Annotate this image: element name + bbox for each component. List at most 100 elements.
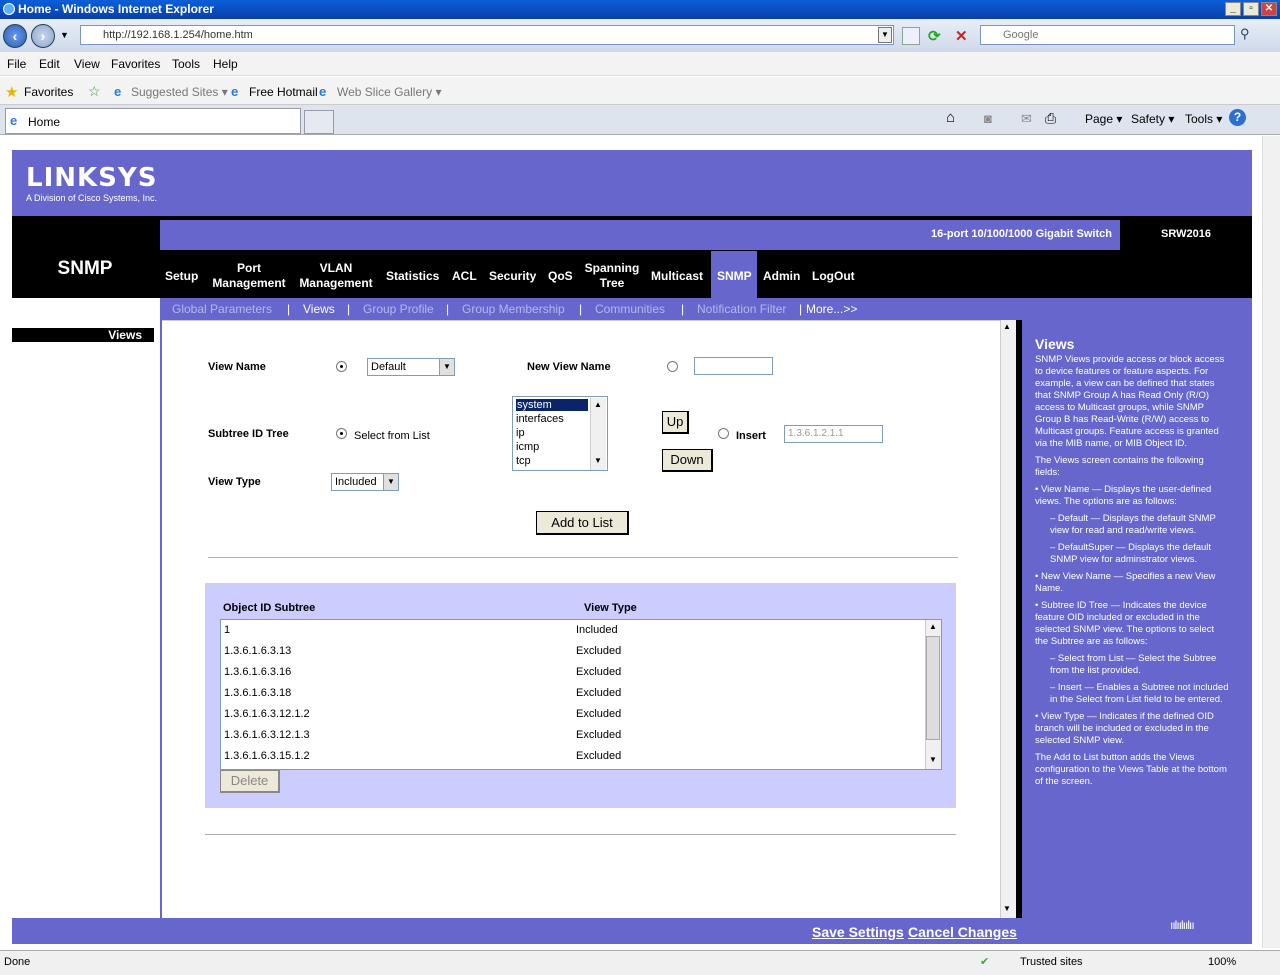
insert-input[interactable]: 1.3.6.1.2.1.1 xyxy=(784,425,883,443)
view-name-radio[interactable] xyxy=(336,361,347,372)
print-icon[interactable]: ⎙ xyxy=(1045,110,1056,127)
list-item[interactable]: system xyxy=(516,399,588,411)
menu-edit[interactable]: Edit xyxy=(39,57,60,71)
table-cell-oid[interactable]: 1 xyxy=(224,624,230,636)
view-type-select[interactable]: Included ▼ xyxy=(331,473,399,491)
menu-tools[interactable]: Tools xyxy=(172,57,200,71)
list-item[interactable]: icmp xyxy=(516,441,539,453)
up-button[interactable]: Up xyxy=(662,411,689,434)
table-cell-oid[interactable]: 1.3.6.1.6.3.13 xyxy=(224,645,291,657)
scroll-up-icon[interactable]: ▲ xyxy=(929,622,937,631)
address-dropdown-icon[interactable]: ▼ xyxy=(878,27,892,43)
menu-favorites[interactable]: Favorites xyxy=(111,57,160,71)
subnav-group-membership[interactable]: Group Membership xyxy=(462,302,565,316)
help-title: Views xyxy=(1035,336,1075,352)
menu-help[interactable]: Help xyxy=(213,57,238,71)
forward-button[interactable]: › xyxy=(31,24,55,48)
scroll-down-icon[interactable]: ▼ xyxy=(929,755,937,764)
subnav-more[interactable]: More...>> xyxy=(806,302,857,316)
security-zone[interactable]: Trusted sites xyxy=(1020,956,1083,968)
content-scrollbar[interactable]: ▲ ▼ xyxy=(1000,320,1016,918)
recent-pages-icon[interactable]: ▼ xyxy=(60,30,69,40)
table-cell-type[interactable]: Excluded xyxy=(576,729,621,741)
nav-acl[interactable]: ACL xyxy=(452,269,477,284)
new-view-name-input[interactable] xyxy=(694,357,773,375)
search-icon[interactable]: ⚲ xyxy=(1240,26,1260,44)
cancel-changes-button[interactable]: Cancel Changes xyxy=(908,924,1017,940)
save-settings-button[interactable]: Save Settings xyxy=(812,924,904,940)
help-icon[interactable]: ? xyxy=(1229,109,1246,126)
table-scrollbar[interactable]: ▲ ▼ xyxy=(925,620,941,769)
nav-vlan-management[interactable]: VLAN Management xyxy=(296,261,376,291)
new-tab-button[interactable] xyxy=(304,110,334,134)
list-item[interactable]: tcp xyxy=(516,455,531,467)
add-favorite-icon[interactable]: ☆ xyxy=(88,83,101,100)
subnav-global-parameters[interactable]: Global Parameters xyxy=(172,302,272,316)
subnav-communities[interactable]: Communities xyxy=(595,302,665,316)
menu-view[interactable]: View xyxy=(74,57,100,71)
view-name-select[interactable]: Default ▼ xyxy=(367,358,455,376)
web-slice-gallery-link[interactable]: Web Slice Gallery ▾ xyxy=(337,85,442,99)
favorites-button[interactable]: Favorites xyxy=(24,85,73,99)
subnav-notification-filter[interactable]: Notification Filter xyxy=(697,302,786,316)
table-cell-oid[interactable]: 1.3.6.1.6.3.15.1.2 xyxy=(224,750,310,762)
zoom-level[interactable]: 100% xyxy=(1208,956,1236,968)
home-icon[interactable]: ⌂ xyxy=(946,109,955,126)
free-hotmail-link[interactable]: Free Hotmail xyxy=(249,85,318,99)
select-from-list-radio[interactable] xyxy=(336,428,347,439)
table-cell-type[interactable]: Included xyxy=(576,624,618,636)
table-cell-type[interactable]: Excluded xyxy=(576,666,621,678)
nav-qos[interactable]: QoS xyxy=(548,269,573,284)
scroll-down-icon[interactable]: ▼ xyxy=(594,456,602,465)
nav-spanning-tree[interactable]: Spanning Tree xyxy=(582,261,642,291)
add-to-list-button[interactable]: Add to List xyxy=(536,511,629,535)
scroll-thumb[interactable] xyxy=(926,636,940,740)
insert-radio[interactable] xyxy=(718,428,729,439)
tools-menu[interactable]: Tools ▾ xyxy=(1185,112,1222,126)
nav-logout[interactable]: LogOut xyxy=(812,269,855,284)
refresh-icon[interactable]: ⟳ xyxy=(928,27,941,45)
page-menu[interactable]: Page ▾ xyxy=(1085,112,1122,126)
safety-menu[interactable]: Safety ▾ xyxy=(1131,112,1174,126)
table-cell-oid[interactable]: 1.3.6.1.6.3.16 xyxy=(224,666,291,678)
list-item[interactable]: interfaces xyxy=(516,413,564,425)
nav-security[interactable]: Security xyxy=(489,269,536,284)
table-cell-type[interactable]: Excluded xyxy=(576,708,621,720)
table-cell-oid[interactable]: 1.3.6.1.6.3.12.1.3 xyxy=(224,729,310,741)
feeds-icon[interactable]: ◙ xyxy=(984,111,992,126)
compatibility-icon[interactable] xyxy=(902,27,920,45)
scroll-up-icon[interactable]: ▲ xyxy=(1003,322,1011,331)
nav-multicast[interactable]: Multicast xyxy=(651,269,703,284)
close-window-button[interactable]: ✕ xyxy=(1261,2,1277,16)
tab-home[interactable]: Home xyxy=(5,108,301,134)
minimize-button[interactable]: _ xyxy=(1225,2,1241,16)
scroll-down-icon[interactable]: ▼ xyxy=(1003,904,1011,913)
table-cell-oid[interactable]: 1.3.6.1.6.3.18 xyxy=(224,687,291,699)
nav-snmp[interactable]: SNMP xyxy=(717,269,752,284)
table-cell-type[interactable]: Excluded xyxy=(576,645,621,657)
maximize-button[interactable]: ▫ xyxy=(1243,2,1259,16)
page-scrollbar[interactable] xyxy=(1262,136,1280,948)
listbox-scrollbar[interactable]: ▲ ▼ xyxy=(590,398,606,470)
table-cell-oid[interactable]: 1.3.6.1.6.3.12.1.2 xyxy=(224,708,310,720)
subnav-group-profile[interactable]: Group Profile xyxy=(363,302,434,316)
read-mail-icon[interactable]: ✉ xyxy=(1021,111,1032,127)
address-bar[interactable]: http://192.168.1.254/home.htm xyxy=(80,25,894,45)
nav-statistics[interactable]: Statistics xyxy=(386,269,439,284)
nav-setup[interactable]: Setup xyxy=(165,269,198,284)
menu-file[interactable]: File xyxy=(7,57,26,71)
stop-icon[interactable]: ✕ xyxy=(955,27,968,45)
suggested-sites-link[interactable]: Suggested Sites ▾ xyxy=(131,85,228,99)
delete-button[interactable]: Delete xyxy=(220,770,280,793)
back-button[interactable]: ‹ xyxy=(3,24,27,48)
search-input[interactable]: Google xyxy=(980,25,1235,45)
subnav-views[interactable]: Views xyxy=(303,302,335,316)
list-item[interactable]: ip xyxy=(516,427,525,439)
table-cell-type[interactable]: Excluded xyxy=(576,687,621,699)
scroll-up-icon[interactable]: ▲ xyxy=(594,400,602,409)
nav-port-management[interactable]: Port Management xyxy=(208,261,290,291)
nav-admin[interactable]: Admin xyxy=(763,269,800,284)
down-button[interactable]: Down xyxy=(662,449,713,472)
new-view-name-radio[interactable] xyxy=(667,361,678,372)
table-cell-type[interactable]: Excluded xyxy=(576,750,621,762)
